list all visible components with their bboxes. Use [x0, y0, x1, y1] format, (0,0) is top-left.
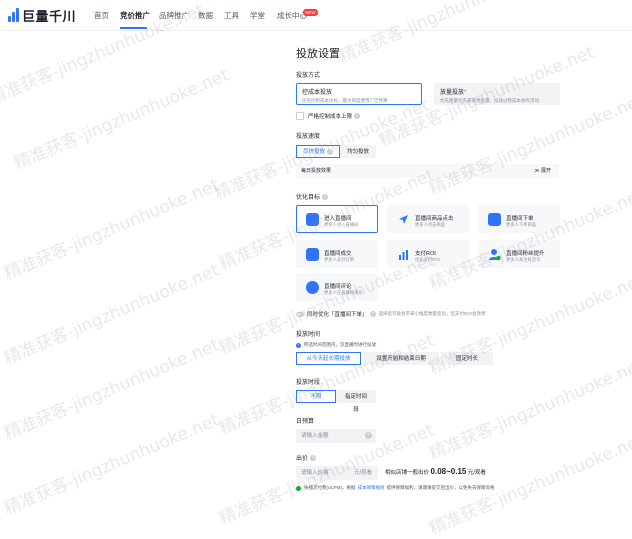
goal-label: 优化目标? — [296, 194, 329, 201]
deep-optimize-row: 同时优化「直播间下单」 ? 选择后可能会带来小幅度数量变化，但支付ROI会改善 — [296, 310, 486, 318]
schedule-fixed-duration[interactable]: 固定时长 — [441, 352, 493, 365]
schedule-tip: i 所选时间范围内，仅直播时进行投放 — [296, 342, 376, 348]
schedule-selector: 从今天起长期投放 设置开始和结束日期 固定时长 — [296, 352, 493, 365]
cursor-icon — [399, 215, 408, 224]
goal-comment[interactable]: 直播间评论 更多人在直播间评论 — [296, 273, 378, 301]
bid-unit: 元/观看 — [353, 470, 372, 476]
goal-title: 直播间粉丝提升 — [506, 251, 545, 257]
deep-optimize-label: 同时优化「直播间下单」 — [307, 312, 368, 318]
period-selector: 不限 指定时间段 — [296, 390, 376, 413]
logo-text: 巨量千川 — [22, 8, 77, 24]
help-icon[interactable]: ? — [354, 113, 361, 119]
yuan-icon — [306, 248, 319, 261]
goal-fans[interactable]: 直播间粉丝提升 更多人关注抖音号 — [478, 240, 560, 268]
nav-item-data[interactable]: 数据 — [198, 10, 213, 21]
bid-reference-value: 0.08~0.15 — [430, 467, 467, 476]
watermark: 精准获客-jingzhunhuoke.net — [1, 175, 223, 285]
bid-reference: 相似店铺一般出价 0.08~0.15 元/观看 — [385, 467, 486, 476]
top-nav: 巨量千川 首页 竞价推广 品牌推广 数据 工具 学堂 成长中心 NEW — [0, 0, 632, 31]
new-badge: NEW — [303, 9, 318, 16]
goal-enter-live[interactable]: 进入直播间 更多人进入直播间 — [296, 205, 378, 233]
strict-cost-row[interactable]: 严格控制成本上限 ? — [296, 112, 361, 120]
active-tab-indicator — [120, 27, 147, 29]
goal-title: 直播间成交 — [324, 251, 352, 257]
speed-fast[interactable]: 尽快投放? — [296, 145, 341, 158]
user-add-icon — [489, 249, 501, 261]
goal-deal[interactable]: 直播间成交 更多人支付订单 — [296, 240, 378, 268]
watermark: 精准获客-jingzhunhuoke.net — [426, 355, 632, 465]
watermark: 精准获客-jingzhunhuoke.net — [1, 260, 223, 370]
goal-title: 进入直播间 — [324, 216, 352, 222]
clear-icon[interactable]: × — [365, 432, 372, 439]
goal-desc: 更多人在直播间评论 — [324, 290, 363, 295]
help-icon[interactable]: ? — [310, 455, 317, 462]
bid-mode-desc: 优先跑量优先获取更多量，投放过程成本会有浮动 — [440, 98, 539, 103]
bid-mode-desc: 优先控制成本达标，最大限度使用广告预算 — [302, 98, 388, 103]
goal-desc: 更多人下单商品 — [506, 222, 537, 227]
bar-chart-icon — [399, 250, 408, 260]
bid-mode-title: 控成本投放 — [302, 90, 333, 96]
help-icon[interactable]: ? — [369, 311, 376, 317]
nav-item-tools[interactable]: 工具 — [224, 10, 239, 21]
comment-icon — [306, 281, 319, 294]
watermark: 精准获客-jingzhunhuoke.net — [1, 410, 223, 520]
goal-product-click[interactable]: 直播间商品点击 更多人点击商品 — [387, 205, 469, 233]
watermark: 精准获客-jingzhunhuoke.net — [426, 430, 632, 539]
guarantee-rule-link[interactable]: 成本保障规则 — [358, 485, 385, 491]
strict-cost-checkbox[interactable] — [296, 112, 304, 120]
bid-mode-cost-control[interactable]: 控成本投放 优先控制成本达标，最大限度使用广告预算 — [296, 83, 422, 105]
daily-effect-label: 每日投放效果 — [301, 168, 332, 174]
nav-item-home[interactable]: 首页 — [94, 10, 109, 21]
period-specified[interactable]: 指定时间段 — [336, 390, 376, 413]
bid-input[interactable]: 请输入价格 元/观看 — [296, 466, 378, 480]
schedule-date-range[interactable]: 设置开始和结束日期 — [363, 352, 439, 365]
watermark: 精准获客-jingzhunhuoke.net — [426, 185, 632, 295]
logo-icon — [8, 8, 19, 22]
speed-even[interactable]: 均匀投放 — [340, 145, 377, 158]
schedule-label: 投放时间 — [296, 332, 321, 338]
goal-title: 支付ROI — [415, 251, 436, 257]
logo[interactable]: 巨量千川 — [8, 6, 76, 24]
goal-desc: 更多人点击商品 — [415, 222, 446, 227]
expand-toggle[interactable]: ≫ 展开 — [534, 164, 551, 178]
help-icon[interactable]: ? — [327, 148, 334, 155]
bid-mode-label: 投放方式 — [296, 73, 321, 79]
goal-desc: 更多人进入直播间 — [324, 222, 359, 227]
cost-guarantee-note: 按播次付费(oCPM)，根据 成本保障规则 提供保障福利，请谨慎提交后出价，以免… — [296, 485, 495, 491]
info-icon: i — [296, 342, 301, 348]
period-unlimited[interactable]: 不限 — [296, 390, 336, 403]
deep-optimize-hint: 选择后可能会带来小幅度数量变化，但支付ROI会改善 — [378, 311, 486, 316]
bid-mode-title: 放量投放* — [440, 90, 467, 96]
goal-title: 直播间下单 — [506, 216, 534, 222]
nav-item-brand[interactable]: 品牌推广 — [159, 10, 189, 21]
goal-desc: 优化支付ROI — [415, 257, 440, 262]
watermark: 精准获客-jingzhunhuoke.net — [11, 65, 233, 175]
schedule-long-term[interactable]: 从今天起长期投放 — [296, 352, 361, 365]
period-label: 投放时段 — [296, 380, 321, 386]
goal-roi[interactable]: 支付ROI 优化支付ROI — [387, 240, 469, 268]
live-room-icon — [306, 213, 319, 226]
chevron-down-icon: ≫ — [534, 168, 541, 174]
bid-label: 出价? — [296, 455, 317, 462]
goal-title: 直播间评论 — [324, 284, 352, 290]
nav-item-academy[interactable]: 学堂 — [250, 10, 265, 21]
goal-desc: 更多人关注抖音号 — [506, 257, 541, 262]
help-icon[interactable]: ? — [322, 194, 329, 201]
nav-item-bidding[interactable]: 竞价推广 — [120, 10, 150, 21]
goal-desc: 更多人支付订单 — [324, 257, 355, 262]
shield-icon — [296, 485, 301, 491]
daily-budget-input[interactable]: 请输入金额 × — [296, 429, 376, 443]
cart-icon — [488, 213, 501, 226]
speed-selector: 尽快投放? 均匀投放 — [296, 145, 377, 158]
daily-budget-label: 日预算 — [296, 419, 315, 425]
watermark: 精准获客-jingzhunhuoke.net — [1, 335, 223, 445]
deep-optimize-toggle[interactable] — [296, 311, 304, 317]
goal-title: 直播间商品点击 — [415, 216, 454, 222]
speed-label: 投放速度 — [296, 134, 321, 140]
strict-cost-label: 严格控制成本上限 — [308, 114, 353, 120]
goal-order[interactable]: 直播间下单 更多人下单商品 — [478, 205, 560, 233]
page-title: 投放设置 — [296, 48, 340, 60]
daily-effect-row[interactable]: 每日投放效果 ≫ 展开 — [296, 164, 559, 178]
bid-mode-volume[interactable]: 放量投放* 优先跑量优先获取更多量，投放过程成本会有浮动 — [434, 83, 560, 105]
